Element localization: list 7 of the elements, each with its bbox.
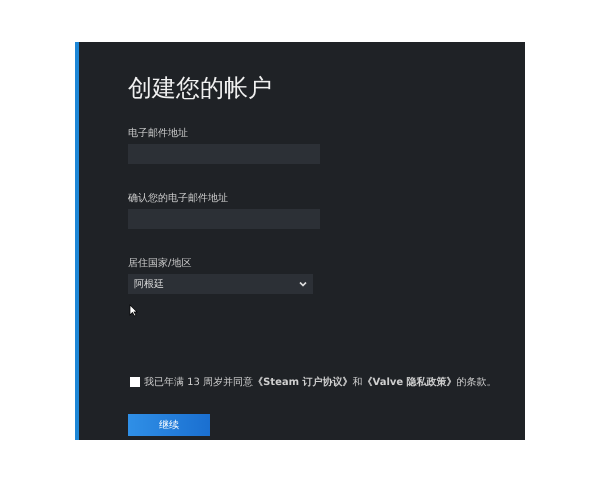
country-dropdown[interactable]: 阿根廷 bbox=[128, 274, 313, 294]
field-label: 确认您的电子邮件地址 bbox=[128, 192, 229, 205]
agreement-text: 我已年满 13 周岁并同意《Steam 订户协议》和《Valve 隐私政策》的条款。 bbox=[144, 375, 497, 389]
field-label: 电子邮件地址 bbox=[128, 126, 189, 140]
field-label: 居住国家/地区 bbox=[128, 256, 192, 270]
continue-button[interactable]: 继续 bbox=[128, 414, 210, 436]
page-title: 创建您的帐户 bbox=[128, 73, 273, 104]
